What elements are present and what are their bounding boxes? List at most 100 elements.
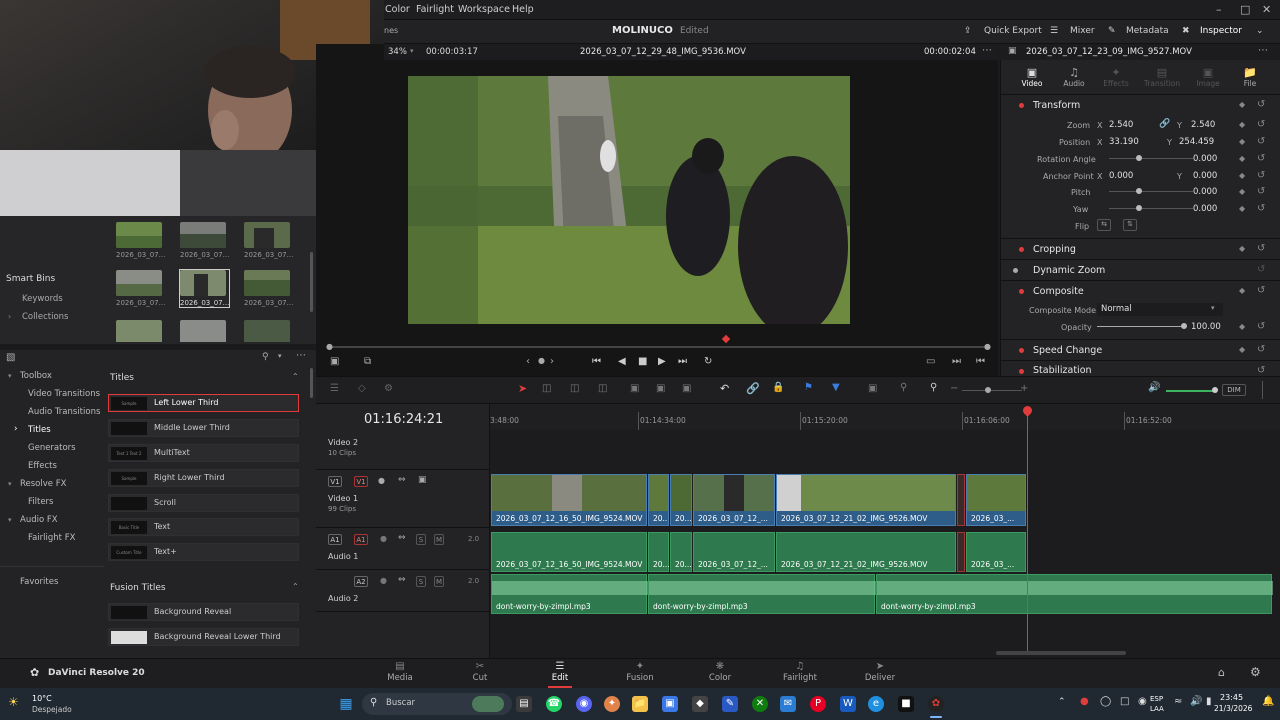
keyframe-icon[interactable]: ◆ (1239, 286, 1245, 295)
chevron-down-icon[interactable]: ▾ (8, 372, 12, 380)
anchor-x-field[interactable]: 0.000 (1109, 171, 1133, 181)
timeline-playhead[interactable] (1027, 412, 1028, 652)
yaw-slider[interactable] (1109, 208, 1193, 209)
loop-icon[interactable]: ↻ (704, 356, 712, 367)
zoom-icon[interactable]: ⚲ (930, 382, 937, 393)
dynamic-zoom-title[interactable]: Dynamic Zoom (1033, 265, 1105, 276)
metadata-button[interactable]: Metadata (1126, 26, 1169, 36)
toolbox-category[interactable]: Toolbox (20, 371, 52, 381)
trim-tool-icon[interactable]: ◫ (542, 383, 551, 394)
auto-select-icon[interactable]: ⇔ (398, 575, 406, 585)
zoom-chevron-icon[interactable]: ▾ (410, 47, 414, 55)
home-icon[interactable]: ⌂ (1218, 666, 1225, 679)
music-clip[interactable]: dont-worry-by-zimpl.mp3 (876, 574, 1273, 614)
reset-icon[interactable]: ↺ (1257, 203, 1265, 214)
chevron-down-icon[interactable]: ▾ (8, 480, 12, 488)
sidebar-toggle-icon[interactable]: ▧ (6, 352, 15, 363)
stabilization-enable-icon[interactable] (1019, 369, 1024, 374)
blade-tool-icon[interactable]: ◫ (598, 383, 607, 394)
chevron-down-icon[interactable]: ▾ (278, 352, 282, 360)
dim-button[interactable]: DIM (1222, 384, 1246, 396)
media-scrollbar[interactable] (310, 252, 313, 312)
media-thumb[interactable]: 2026_03_07... (244, 222, 293, 259)
media-thumb[interactable]: 2026_03_07... (116, 222, 165, 259)
weather-icon[interactable]: ☀ (8, 695, 19, 709)
quick-export-button[interactable]: Quick Export (984, 26, 1042, 36)
title-right-lower-third[interactable]: Sample Right Lower Third (108, 469, 299, 487)
weather-temp[interactable]: 10°C (32, 694, 52, 703)
pitch-field[interactable]: 0.000 (1193, 187, 1217, 197)
track-a1[interactable]: A1 A1 ● ⇔ S M 2.0 Audio 1 (316, 530, 490, 570)
page-tab-media[interactable]: ▤ Media (375, 661, 425, 683)
cropping-enable-icon[interactable] (1019, 247, 1024, 252)
transform-title[interactable]: Transform (1033, 100, 1080, 111)
minimize-icon[interactable]: – (1216, 3, 1222, 16)
media-thumb[interactable]: 2026_03_07... (116, 270, 165, 307)
viewer-options-icon[interactable]: ⋯ (982, 45, 992, 56)
reset-icon[interactable]: ↺ (1257, 344, 1265, 355)
viewer-frame[interactable] (408, 76, 850, 324)
keyboard-lang-2[interactable]: LAA (1150, 705, 1164, 713)
chevron-down-icon[interactable]: ▾ (8, 516, 12, 524)
keyframe-icon[interactable]: ◆ (1239, 154, 1245, 163)
track-dest-tag[interactable]: V1 (328, 476, 342, 487)
reset-icon[interactable]: ↺ (1257, 243, 1265, 254)
yaw-slider-knob[interactable] (1136, 205, 1142, 211)
rotation-field[interactable]: 0.000 (1193, 154, 1217, 164)
resolve-fx-category[interactable]: Resolve FX (20, 479, 66, 489)
reset-icon[interactable]: ↺ (1257, 365, 1265, 376)
link-clips-icon[interactable]: 🔗 (746, 382, 760, 395)
clock-time[interactable]: 23:45 (1220, 693, 1243, 702)
speed-change-title[interactable]: Speed Change (1033, 345, 1102, 356)
lock-icon[interactable]: ● (380, 576, 387, 585)
microphone-icon[interactable]: ⚙ (384, 383, 393, 394)
title-text[interactable]: Basic Title Text (108, 518, 299, 536)
tray-app-icon[interactable]: ● (1080, 696, 1089, 707)
titles-category[interactable]: Titles (28, 425, 51, 435)
composite-enable-icon[interactable] (1019, 289, 1024, 294)
inspector-options-icon[interactable]: ⋯ (1258, 45, 1268, 56)
maximize-icon[interactable]: □ (1240, 3, 1250, 16)
track-source-tag[interactable]: V1 (354, 476, 368, 487)
selection-tool-icon[interactable]: ➤ (518, 382, 527, 395)
reset-icon[interactable]: ↺ (1257, 321, 1265, 332)
opacity-field[interactable]: 100.00 (1191, 322, 1221, 332)
link-icon[interactable]: 🔗 (1159, 119, 1170, 129)
track-visibility-icon[interactable]: ▣ (418, 475, 427, 485)
video-transitions-category[interactable]: Video Transitions (28, 389, 100, 399)
windows-start-icon[interactable]: ▦ (338, 696, 354, 712)
track-dest-tag[interactable]: A2 (354, 576, 368, 587)
viewer-scrub-bar[interactable] (328, 346, 988, 348)
volume-slider[interactable] (1166, 390, 1214, 392)
reset-icon[interactable]: ↺ (1257, 170, 1265, 181)
keyframe-icon[interactable]: ◆ (1239, 204, 1245, 213)
whatsapp-icon[interactable]: ☎ (546, 696, 562, 712)
lock-icon[interactable]: ● (380, 534, 387, 543)
search-icon[interactable]: ⚲ (262, 352, 269, 362)
tab-audio[interactable]: ♫ Audio (1057, 66, 1091, 88)
auto-select-icon[interactable]: ⇔ (398, 475, 406, 485)
overwrite-clip-icon[interactable]: ▣ (656, 383, 665, 394)
zoom-out-icon[interactable]: − (950, 383, 958, 394)
cinema-mode-icon[interactable]: ▭ (926, 356, 935, 367)
video-clip[interactable]: 20... (648, 474, 669, 526)
media-thumb-selected[interactable]: 2026_03_07... (178, 269, 231, 308)
audio-clip[interactable]: 2026_03_... (966, 532, 1026, 572)
collections-bin[interactable]: Collections (22, 312, 68, 322)
opacity-slider[interactable] (1097, 326, 1185, 327)
pinterest-icon[interactable]: P (810, 696, 826, 712)
page-tab-deliver[interactable]: ➤ Deliver (855, 661, 905, 683)
tray-app-icon[interactable]: ◉ (1138, 696, 1147, 707)
transition-marker[interactable] (957, 474, 965, 526)
viewer-mode-icon[interactable]: ⧉ (364, 356, 371, 367)
zoom-in-icon[interactable]: + (1020, 383, 1028, 394)
reset-icon[interactable]: ↺ (1257, 186, 1265, 197)
keywords-bin[interactable]: Keywords (22, 294, 63, 304)
rotation-slider[interactable] (1109, 158, 1193, 159)
keyframe-icon[interactable]: ◆ (1239, 120, 1245, 129)
video-clip[interactable]: 2026_03_07_12_... (693, 474, 775, 526)
volume-icon[interactable]: 🔊 (1190, 696, 1202, 707)
menu-fairlight[interactable]: Fairlight (416, 4, 454, 15)
dynamic-zoom-enable-icon[interactable] (1013, 268, 1018, 273)
video-clip[interactable]: 2026_03_... (966, 474, 1026, 526)
